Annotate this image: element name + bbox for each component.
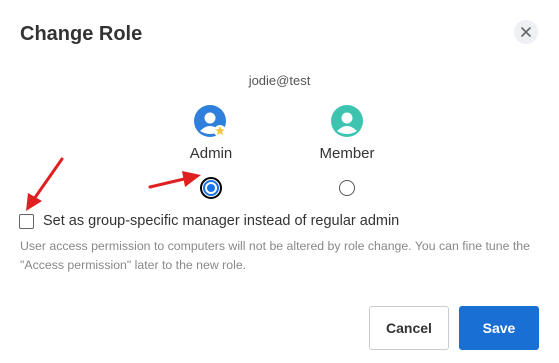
admin-user-icon (194, 105, 228, 139)
admin-radio[interactable] (200, 177, 222, 199)
role-label-member: Member (319, 145, 375, 162)
group-manager-checkbox[interactable] (19, 213, 34, 229)
user-email: jodie@test (248, 73, 311, 88)
cancel-button[interactable]: Cancel (369, 306, 449, 350)
close-button[interactable] (514, 20, 538, 44)
member-radio[interactable] (339, 180, 355, 196)
change-role-dialog: Change Role jodie@test Admin Member Set … (0, 0, 559, 363)
role-option-admin[interactable]: Admin (166, 105, 256, 199)
group-manager-label[interactable]: Set as group-specific manager instead of… (43, 213, 399, 229)
save-button[interactable]: Save (459, 306, 539, 350)
member-user-icon (330, 105, 364, 139)
radio-selected-dot (207, 184, 215, 192)
help-text: User access permission to computers will… (20, 239, 530, 272)
dialog-title: Change Role (20, 23, 143, 45)
close-icon (521, 27, 531, 37)
role-option-member[interactable]: Member (302, 105, 392, 196)
group-manager-option[interactable]: Set as group-specific manager instead of… (19, 213, 399, 229)
arrow-pointing-to-checkbox (26, 157, 64, 211)
role-label-admin: Admin (189, 145, 233, 162)
